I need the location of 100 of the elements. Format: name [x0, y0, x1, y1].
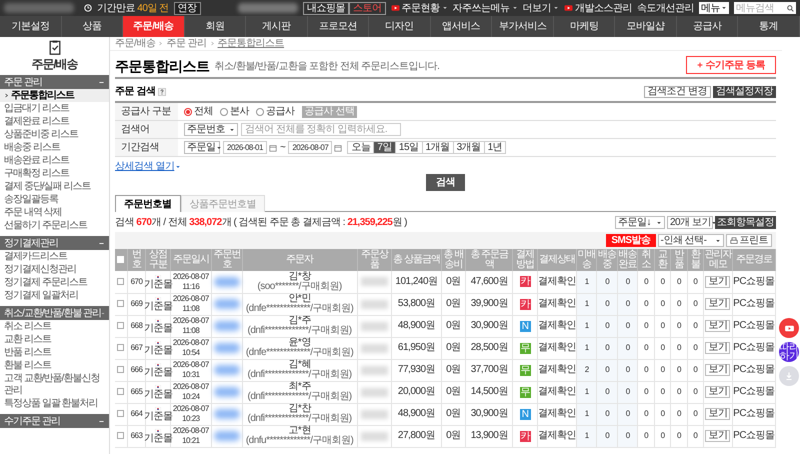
memo-view-button[interactable]: 보기 — [705, 342, 730, 354]
table-cell: 0 — [638, 381, 654, 403]
checkbox[interactable] — [117, 344, 124, 351]
save-settings-button[interactable]: 검색설정저장 — [713, 86, 776, 98]
breadcrumb-link[interactable]: 주문 관리 — [166, 37, 207, 51]
sidebar-item[interactable]: 정기결제신청관리 — [0, 263, 109, 276]
date-field[interactable]: 2026-08-01 — [223, 141, 267, 154]
date-type-select[interactable]: 주문일 — [184, 141, 220, 154]
table-cell: 0 — [670, 337, 688, 359]
memo-view-button[interactable]: 보기 — [705, 320, 730, 332]
page-size-select[interactable]: 20개 보기 — [667, 216, 713, 229]
period-button[interactable]: 1년 — [484, 141, 506, 154]
nav-tab[interactable]: 디자인 — [369, 16, 431, 37]
video-button[interactable] — [779, 318, 799, 338]
sidebar-item[interactable]: 주문 내역 삭제 — [0, 206, 109, 219]
sidebar-group-header[interactable]: 수기주문 관리 — [0, 414, 109, 428]
column-settings-button[interactable]: 조회항목설정 — [715, 216, 776, 229]
checkbox[interactable] — [117, 432, 124, 439]
top-link[interactable]: 속도개선관리 — [637, 0, 694, 16]
print-select[interactable]: -인쇄 선택- — [658, 234, 724, 247]
nav-tab[interactable]: 통계 — [738, 16, 800, 37]
memo-view-button[interactable]: 보기 — [705, 276, 730, 288]
print-button[interactable]: 프린트 — [726, 234, 772, 247]
memo-view-button[interactable]: 보기 — [705, 298, 730, 310]
sidebar-item[interactable]: 입금대기 리스트 — [0, 102, 109, 115]
menu-select[interactable]: 메뉴 — [699, 2, 729, 14]
nav-tab[interactable]: 게시판 — [246, 16, 308, 37]
sidebar-item[interactable]: 취소 리스트 — [0, 320, 109, 333]
top-link[interactable]: 더보기 — [522, 0, 559, 16]
checkbox[interactable] — [117, 256, 124, 264]
order-tab[interactable]: 주문번호별 — [115, 195, 180, 212]
period-button[interactable]: 7일 — [373, 141, 396, 154]
add-order-button[interactable]: 수기주문 등록 — [686, 56, 776, 74]
memo-view-button[interactable]: 보기 — [705, 408, 730, 420]
nav-tab[interactable]: 기본설정 — [0, 16, 62, 37]
sort-select[interactable]: 주문일↓ — [615, 216, 665, 229]
detail-search-link[interactable]: 상세검색 열기 — [115, 159, 182, 174]
sidebar-item[interactable]: 송장일괄등록 — [0, 193, 109, 206]
top-link[interactable]: 자주쓰는메뉴 — [452, 0, 518, 16]
sidebar-item[interactable]: 결제완료 리스트 — [0, 115, 109, 128]
sms-button[interactable]: SMS발송 — [606, 234, 656, 247]
sidebar-item[interactable]: 배송완료 리스트 — [0, 154, 109, 167]
nav-tab[interactable]: 공급사 — [676, 16, 738, 37]
sidebar-item[interactable]: 결제 중단/실패 리스트 — [0, 180, 109, 193]
radio-option[interactable]: 전체 — [184, 104, 213, 119]
sidebar-group-header[interactable]: 취소/교환/반품/환불 관리 — [0, 306, 109, 320]
nav-tab[interactable]: 모바일샵 — [615, 16, 677, 37]
memo-view-button[interactable]: 보기 — [705, 430, 730, 442]
sidebar-item[interactable]: 배송중 리스트 — [0, 141, 109, 154]
breadcrumb-link[interactable]: 주문/배송 — [115, 37, 156, 51]
nav-tab[interactable]: 마케팅 — [554, 16, 616, 37]
memo-view-button[interactable]: 보기 — [705, 364, 730, 376]
search-button[interactable]: 검색 — [426, 174, 465, 191]
top-link[interactable]: 개발소스관리 — [564, 0, 632, 16]
sidebar-item[interactable]: 구매확정 리스트 — [0, 167, 109, 180]
change-criteria-button[interactable]: 검색조건 변경 — [644, 86, 711, 98]
table-cell: PC쇼핑몰 — [732, 271, 776, 293]
checkbox[interactable] — [117, 366, 124, 373]
sidebar-item[interactable]: 정기결제 주문리스트 — [0, 276, 109, 289]
sidebar-item[interactable]: 환불 리스트 — [0, 359, 109, 372]
memo-view-button[interactable]: 보기 — [705, 386, 730, 398]
radio-option[interactable]: 공급사 — [256, 104, 294, 119]
chevron-icon — [158, 41, 164, 46]
period-button[interactable]: 3개월 — [452, 141, 485, 154]
extend-button[interactable]: 연장 — [174, 2, 201, 14]
checkbox[interactable] — [117, 322, 124, 329]
checkbox[interactable] — [117, 300, 124, 307]
nav-tab[interactable]: 프로모션 — [308, 16, 370, 37]
sidebar-group-header[interactable]: 주문 관리 — [0, 75, 109, 89]
shop-button[interactable]: 스토어 — [349, 2, 386, 14]
keyword-input[interactable]: 검색어 전체를 정확히 입력하세요. — [241, 123, 401, 136]
shop-button[interactable]: 내쇼핑몰 — [303, 2, 349, 14]
sidebar-item[interactable]: 상품준비중 리스트 — [0, 128, 109, 141]
nav-tab[interactable]: 주문/배송 — [123, 16, 185, 37]
sidebar-item[interactable]: 반품 리스트 — [0, 346, 109, 359]
keyword-type-select[interactable]: 주문번호 — [184, 123, 238, 136]
breadcrumb-link[interactable]: 주문통합리스트 — [218, 37, 284, 51]
period-button[interactable]: 오늘 — [347, 141, 374, 154]
sidebar-item[interactable]: 선물하기 주문리스트 — [0, 219, 109, 232]
checkbox[interactable] — [117, 278, 124, 285]
table-cell: 기준몰 — [144, 302, 172, 312]
sidebar-item[interactable]: 교환 리스트 — [0, 333, 109, 346]
checkbox[interactable] — [117, 410, 124, 417]
date-field[interactable]: 2026-08-07 — [288, 141, 332, 154]
radio-option[interactable]: 본사 — [220, 104, 249, 119]
nav-tab[interactable]: 앱서비스 — [430, 16, 492, 37]
nav-tab[interactable]: 회원 — [184, 16, 246, 37]
checkbox[interactable] — [117, 388, 124, 395]
sidebar-item[interactable]: 주문통합리스트 — [0, 89, 109, 102]
sidebar-item[interactable]: 특정상품 일괄 환불처리 — [0, 397, 109, 410]
table-cell: 0 — [638, 271, 654, 293]
nav-tab[interactable]: 부가서비스 — [492, 16, 554, 37]
period-button[interactable]: 15일 — [394, 141, 423, 154]
sidebar-group-header[interactable]: 정기결제관리 — [0, 236, 109, 250]
sidebar-item[interactable]: 정기결제 일괄처리 — [0, 289, 109, 302]
top-link[interactable]: 주문현황 — [390, 0, 448, 16]
download-button[interactable] — [779, 366, 799, 386]
sidebar-item[interactable]: 고객 교환/반품/환불신청 관리 — [0, 372, 109, 397]
sidebar-item[interactable]: 결제카드리스트 — [0, 250, 109, 263]
period-button[interactable]: 1개월 — [422, 141, 454, 154]
